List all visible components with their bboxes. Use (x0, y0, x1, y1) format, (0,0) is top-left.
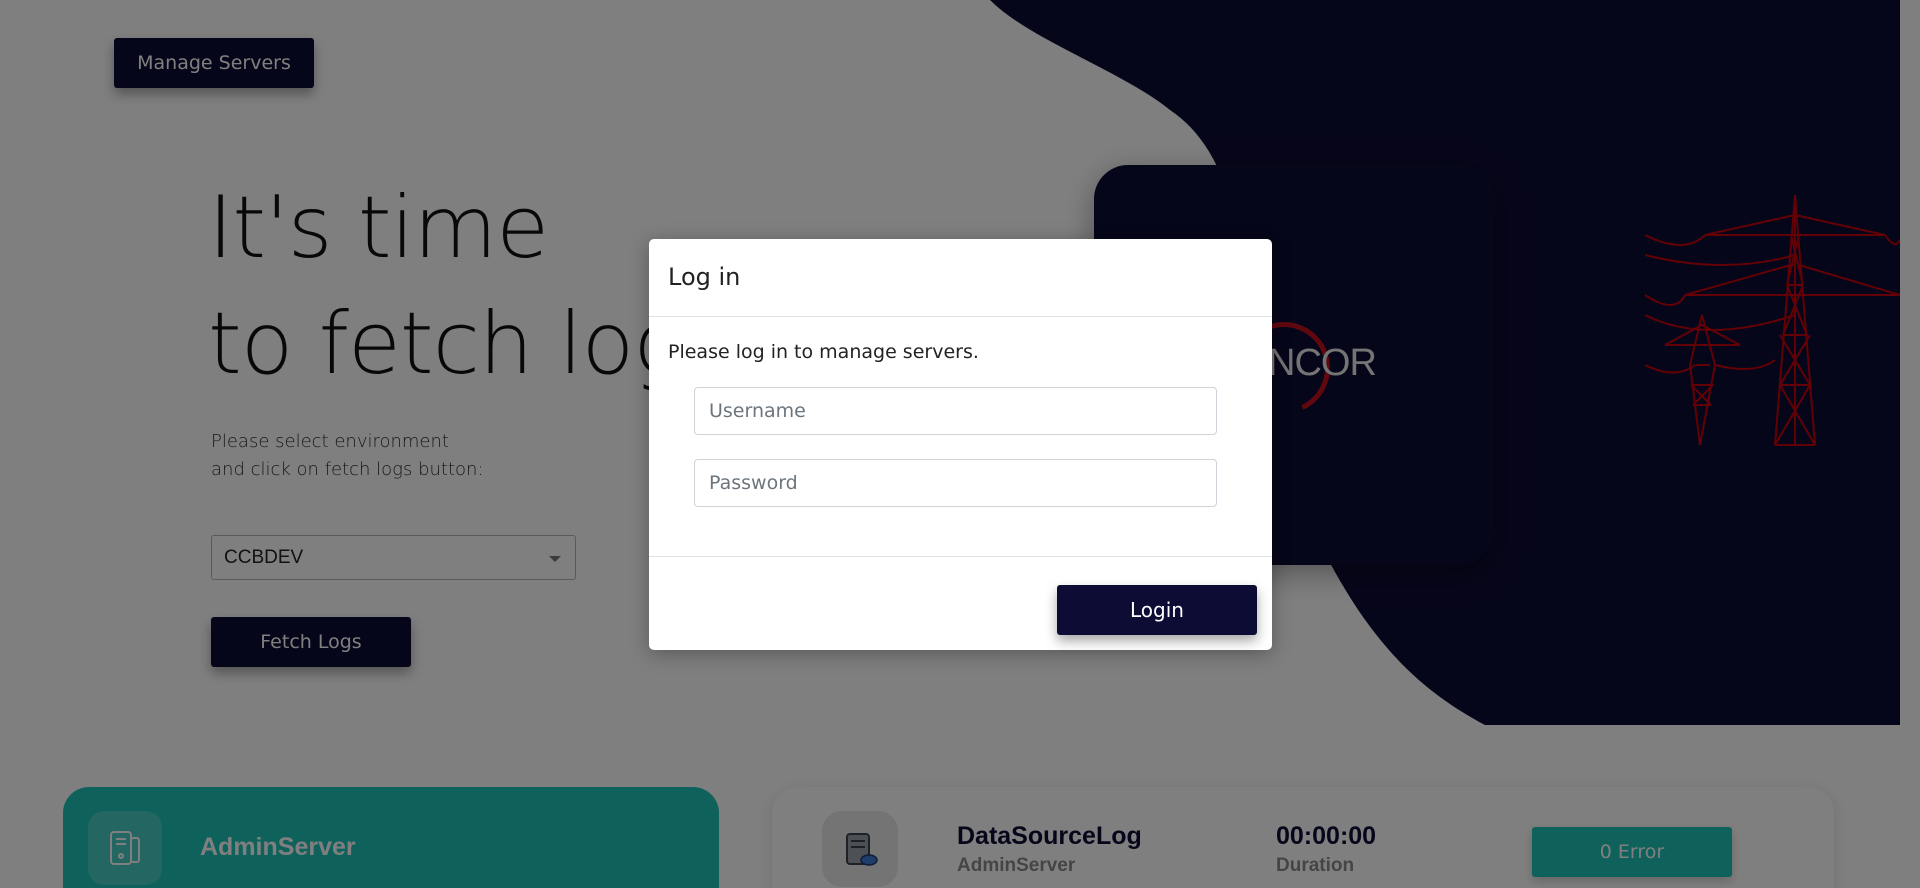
modal-header: Log in (649, 239, 1272, 317)
login-modal: Log in Please log in to manage servers. … (649, 239, 1272, 650)
login-button[interactable]: Login (1057, 585, 1257, 635)
login-message: Please log in to manage servers. (668, 341, 979, 363)
modal-title: Log in (668, 263, 741, 291)
modal-footer: Login (649, 557, 1272, 649)
password-input[interactable] (694, 459, 1217, 507)
modal-body: Please log in to manage servers. (649, 317, 1272, 557)
username-input[interactable] (694, 387, 1217, 435)
